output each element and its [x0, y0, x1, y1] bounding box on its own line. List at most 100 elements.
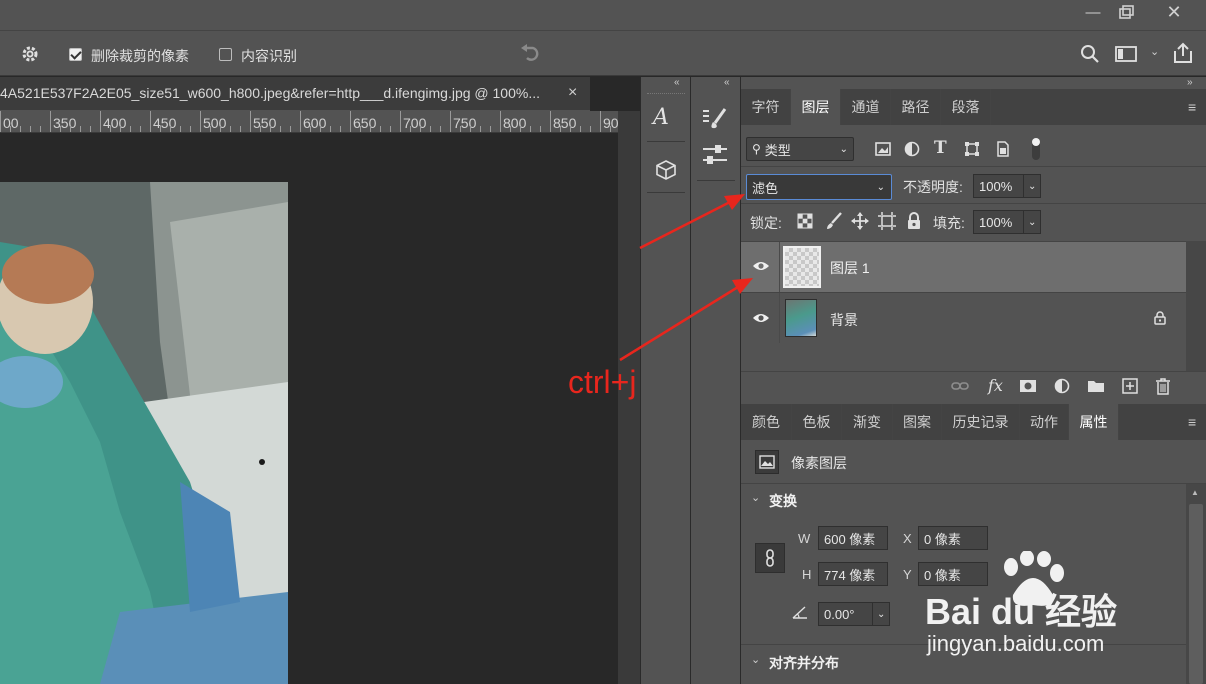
ruler-major-tick [500, 111, 501, 132]
opacity-dropdown[interactable]: ⌄ [1023, 174, 1041, 198]
new-adjustment-layer-icon[interactable] [1054, 378, 1070, 397]
align-distribute-header[interactable]: 对齐并分布 [769, 653, 839, 673]
tab-actions[interactable]: 动作 [1020, 404, 1069, 440]
ruler-label: 650 [353, 115, 377, 131]
angle-value: 0.00° [824, 606, 855, 622]
layer-filter-select[interactable]: ⚲ 类型 ⌄ [746, 137, 854, 161]
lock-transparent-icon[interactable] [797, 213, 813, 232]
tab-paths[interactable]: 路径 [891, 89, 941, 125]
layers-scrollbar[interactable] [1186, 241, 1206, 371]
new-group-folder-icon[interactable] [1087, 379, 1105, 396]
tab-patterns[interactable]: 图案 [893, 404, 942, 440]
tab-properties[interactable]: 属性 [1069, 404, 1119, 440]
ruler-minor-tick [480, 126, 481, 132]
character-panel-icon[interactable]: A [653, 105, 669, 130]
delete-cropped-label: 删除裁剪的像素 [91, 48, 189, 64]
share-icon[interactable] [1172, 42, 1194, 67]
close-window-icon[interactable]: ✕ [1155, 0, 1193, 24]
ruler-major-tick [350, 111, 351, 132]
tab-character[interactable]: 字符 [741, 89, 791, 125]
fill-dropdown[interactable]: ⌄ [1023, 210, 1041, 234]
undo-reset-icon[interactable] [518, 43, 542, 66]
height-value: 774 像素 [824, 567, 876, 583]
baidu-watermark: Bai du 经验 jingyan.baidu.com [925, 545, 1165, 665]
lock-position-move-icon[interactable] [851, 212, 869, 233]
link-dimensions-icon[interactable] [755, 543, 785, 573]
transform-header[interactable]: 变换 [769, 491, 797, 511]
layers-panel-tabs: 字符 图层 通道 路径 段落 [741, 89, 1206, 125]
layer-thumbnail[interactable] [785, 299, 817, 337]
fx-icon[interactable]: fx [988, 376, 1003, 395]
ruler-minor-tick [510, 126, 511, 132]
opacity-label: 不透明度: [903, 179, 963, 195]
ruler-major-tick [450, 111, 451, 132]
chevron-down-icon[interactable]: ⌄ [751, 653, 760, 666]
scroll-thumb[interactable] [1189, 504, 1203, 684]
link-layers-icon[interactable] [951, 380, 969, 395]
tab-gradients[interactable]: 渐变 [842, 404, 893, 440]
add-mask-icon[interactable] [1019, 379, 1037, 396]
search-icon[interactable] [1080, 44, 1100, 67]
ruler-minor-tick [260, 126, 261, 132]
fill-input[interactable]: 100% [973, 210, 1027, 234]
angle-input[interactable]: 0.00° [818, 602, 874, 626]
adjustment-sliders-icon[interactable] [701, 143, 729, 170]
tab-channels[interactable]: 通道 [841, 89, 891, 125]
ruler-minor-tick [10, 126, 11, 132]
minimize-icon[interactable]: — [1074, 0, 1112, 24]
opacity-input[interactable]: 100% [973, 174, 1027, 198]
delete-cropped-checkbox[interactable] [69, 48, 82, 61]
layer-name[interactable]: 背景 [830, 310, 858, 330]
gear-icon[interactable] [20, 44, 40, 67]
scroll-up-icon[interactable]: ▲ [1191, 488, 1199, 497]
ruler-minor-tick [380, 126, 381, 132]
filter-pixel-icon[interactable] [875, 141, 891, 160]
panel-menu-icon[interactable]: ≡ [1188, 99, 1196, 115]
ruler-minor-tick [490, 126, 491, 132]
chevron-down-icon[interactable]: ⌄ [751, 491, 760, 504]
ruler-label: 450 [153, 115, 177, 131]
tab-swatches[interactable]: 色板 [792, 404, 842, 440]
lock-image-brush-icon[interactable] [825, 212, 843, 233]
chevron-down-icon: ⌄ [876, 181, 885, 193]
workspace-icon[interactable] [1115, 46, 1137, 65]
chevron-down-icon[interactable]: ⌄ [1150, 45, 1159, 58]
height-input[interactable]: 774 像素 [818, 562, 888, 586]
width-input[interactable]: 600 像素 [818, 526, 888, 550]
layer-row-background[interactable]: 背景 [741, 293, 1186, 343]
lock-artboard-icon[interactable] [878, 212, 896, 233]
new-layer-icon[interactable] [1122, 378, 1138, 397]
layer-row-layer1[interactable]: 图层 1 [741, 242, 1186, 292]
ruler-label: 550 [253, 115, 277, 131]
lock-all-icon[interactable] [907, 212, 921, 233]
close-document-icon[interactable]: × [568, 84, 577, 102]
filter-shape-icon[interactable] [964, 141, 980, 160]
angle-dropdown[interactable]: ⌄ [872, 602, 890, 626]
filter-adjustment-icon[interactable] [904, 141, 920, 160]
search-icon: ⚲ [752, 142, 761, 156]
tab-layers[interactable]: 图层 [791, 89, 841, 125]
tab-paragraph[interactable]: 段落 [941, 89, 991, 125]
filter-toggle-icon[interactable] [1031, 137, 1041, 164]
filter-type-icon[interactable]: T [934, 138, 947, 158]
collapse-icon[interactable]: « [674, 77, 680, 88]
brush-settings-icon[interactable] [701, 107, 729, 134]
ruler-minor-tick [540, 126, 541, 132]
layer-name[interactable]: 图层 1 [830, 258, 870, 278]
content-aware-checkbox[interactable] [219, 48, 232, 61]
tab-color[interactable]: 颜色 [741, 404, 792, 440]
ruler-minor-tick [160, 126, 161, 132]
expand-icon[interactable]: » [1187, 77, 1193, 88]
height-label: H [802, 567, 812, 582]
document-tab[interactable]: 4A521E537F2A2E05_size51_w600_h800.jpeg&r… [0, 77, 590, 111]
tab-history[interactable]: 历史记录 [942, 404, 1020, 440]
delete-layer-icon[interactable] [1155, 377, 1171, 398]
ruler-minor-tick [230, 126, 231, 132]
properties-scrollbar[interactable]: ▲ [1186, 484, 1206, 684]
collapse-icon[interactable]: « [724, 77, 730, 88]
filter-smart-object-icon[interactable] [995, 141, 1011, 160]
restore-icon[interactable] [1108, 0, 1146, 24]
layer-thumbnail[interactable] [783, 246, 821, 288]
panel-menu-icon[interactable]: ≡ [1188, 414, 1196, 430]
ruler-label: 750 [453, 115, 477, 131]
